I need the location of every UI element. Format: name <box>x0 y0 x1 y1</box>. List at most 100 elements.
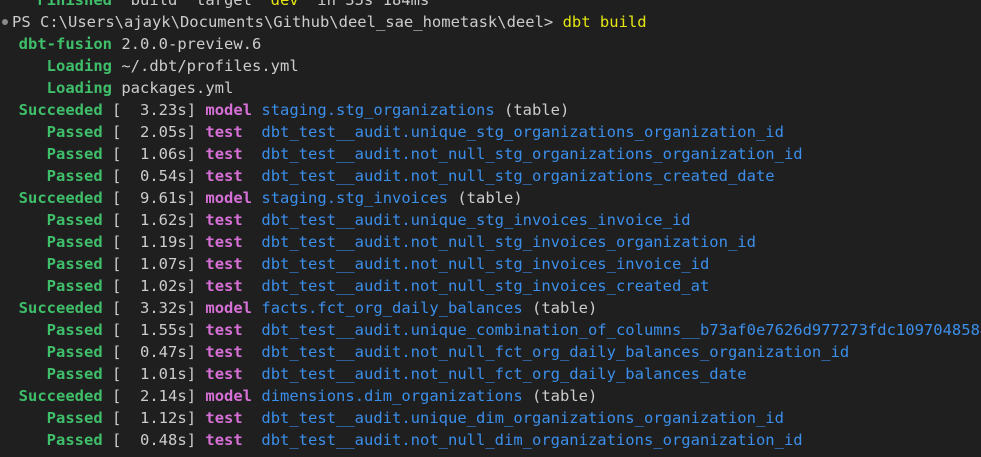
result-duration: 1.01s <box>140 365 187 383</box>
result-status: Succeeded <box>18 189 103 207</box>
result-duration: 2.14s <box>140 387 187 405</box>
result-materialization: (table) <box>494 101 570 119</box>
loading-line: Loading packages.yml <box>0 77 981 99</box>
result-duration: 0.54s <box>140 167 187 185</box>
loading-line: Loading ~/.dbt/profiles.yml <box>0 55 981 77</box>
result-status: Succeeded <box>18 101 103 119</box>
result-duration: 1.19s <box>140 233 187 251</box>
result-kind: model <box>205 387 253 405</box>
loading-value: packages.yml <box>121 79 234 97</box>
finished-line: Finished 'build' target 'dev' in 35s 184… <box>0 0 981 11</box>
header-version: 2.0.0-preview.6 <box>121 35 262 53</box>
result-status: Passed <box>46 321 103 339</box>
result-duration: 2.05s <box>140 123 187 141</box>
result-node-name: dbt_test__audit.not_null_fct_org_daily_b… <box>261 365 747 383</box>
result-schema: facts. <box>261 299 318 317</box>
header-name: dbt-fusion <box>18 35 112 53</box>
result-status: Passed <box>46 409 103 427</box>
result-status: Passed <box>46 211 103 229</box>
result-node-name: stg_organizations <box>336 101 495 119</box>
result-duration: 1.55s <box>140 321 187 339</box>
test-result-line: Passed [ 1.01s] test dbt_test__audit.not… <box>46 365 747 383</box>
result-kind: test <box>205 123 243 141</box>
result-node-name: dbt_test__audit.not_null_dim_organizatio… <box>261 431 803 449</box>
result-node-name: dbt_test__audit.not_null_stg_organizatio… <box>261 167 775 185</box>
model-result-line: Succeeded [ 3.32s] model facts.fct_org_d… <box>18 299 598 317</box>
result-kind: model <box>205 189 253 207</box>
result-node-name: dbt_test__audit.not_null_stg_invoices_in… <box>261 255 710 273</box>
result-duration: 9.61s <box>140 189 187 207</box>
result-duration: 1.06s <box>140 145 187 163</box>
result-duration: 1.12s <box>140 409 187 427</box>
model-result-line: Succeeded [ 3.23s] model staging.stg_org… <box>18 101 570 119</box>
result-status: Passed <box>46 233 103 251</box>
result-kind: test <box>205 277 243 295</box>
result-duration: 0.47s <box>140 343 187 361</box>
result-duration: 1.02s <box>140 277 187 295</box>
result-duration: 1.07s <box>140 255 187 273</box>
result-status: Passed <box>46 145 103 163</box>
prompt-command: dbt build <box>562 13 647 31</box>
result-status: Passed <box>46 167 103 185</box>
test-result-line: Passed [ 1.06s] test dbt_test__audit.not… <box>46 145 803 163</box>
result-status: Passed <box>46 123 103 141</box>
result-duration: 3.23s <box>140 101 187 119</box>
result-node-name: dbt_test__audit.not_null_stg_invoices_or… <box>261 233 756 251</box>
model-result-line: Succeeded [ 2.14s] model dimensions.dim_… <box>18 387 598 405</box>
result-kind: test <box>205 145 243 163</box>
loading-value: ~/.dbt/profiles.yml <box>121 57 299 75</box>
result-node-name: dbt_test__audit.not_null_stg_invoices_cr… <box>261 277 710 295</box>
test-result-line: Passed [ 1.19s] test dbt_test__audit.not… <box>46 233 756 251</box>
finished-target: dev <box>270 0 299 9</box>
result-node-name: dbt_test__audit.unique_combination_of_co… <box>261 321 981 339</box>
result-node-name: fct_org_daily_balances <box>317 299 523 317</box>
model-result-line: Succeeded [ 9.61s] model staging.stg_inv… <box>18 189 523 207</box>
result-kind: test <box>205 167 243 185</box>
test-result-line: Passed [ 1.07s] test dbt_test__audit.not… <box>46 255 710 273</box>
result-materialization: (table) <box>448 189 523 207</box>
test-result-line: Passed [ 1.02s] test dbt_test__audit.not… <box>46 277 710 295</box>
result-kind: test <box>205 431 243 449</box>
result-materialization: (table) <box>522 387 598 405</box>
result-status: Passed <box>46 365 103 383</box>
result-kind: test <box>205 233 243 251</box>
result-node-name: dbt_test__audit.unique_stg_organizations… <box>261 123 784 141</box>
test-result-line: Passed [ 1.62s] test dbt_test__audit.uni… <box>46 211 691 229</box>
test-result-line: Passed [ 0.54s] test dbt_test__audit.not… <box>46 167 775 185</box>
test-result-line: Passed [ 1.55s] test dbt_test__audit.uni… <box>0 319 981 341</box>
result-node-name: dbt_test__audit.unique_stg_invoices_invo… <box>261 211 691 229</box>
result-kind: model <box>205 101 253 119</box>
result-status: Passed <box>46 277 103 295</box>
result-kind: model <box>205 299 253 317</box>
result-status: Succeeded <box>18 387 103 405</box>
result-kind: test <box>205 321 243 339</box>
terminal-output[interactable]: Finished 'build' target 'dev' in 35s 184… <box>0 0 981 451</box>
result-node-name: dbt_test__audit.unique_dim_organizations… <box>261 409 784 427</box>
prompt-marker-icon <box>2 18 8 25</box>
loading-label: Loading <box>46 57 112 75</box>
test-result-line: Passed [ 1.12s] test dbt_test__audit.uni… <box>46 409 784 427</box>
finished-status: Finished <box>37 0 112 9</box>
result-duration: 1.62s <box>140 211 187 229</box>
result-kind: test <box>205 365 243 383</box>
header-line: dbt-fusion 2.0.0-preview.6 <box>0 33 981 55</box>
prompt-path: PS C:\Users\ajayk\Documents\Github\deel_… <box>12 13 554 31</box>
result-schema: dimensions. <box>261 387 365 405</box>
result-kind: test <box>205 211 243 229</box>
result-node-name: stg_invoices <box>336 189 449 207</box>
result-schema: staging. <box>261 101 337 119</box>
test-result-line: Passed [ 2.05s] test dbt_test__audit.uni… <box>46 123 784 141</box>
result-kind: test <box>205 409 243 427</box>
prompt-line: PS C:\Users\ajayk\Documents\Github\deel_… <box>0 11 981 33</box>
result-kind: test <box>205 343 243 361</box>
result-duration: 3.32s <box>140 299 187 317</box>
result-materialization: (table) <box>522 299 598 317</box>
result-node-name: dbt_test__audit.not_null_fct_org_daily_b… <box>261 343 850 361</box>
result-schema: staging. <box>261 189 337 207</box>
result-duration: 0.48s <box>140 431 187 449</box>
result-status: Passed <box>46 431 103 449</box>
result-kind: test <box>205 255 243 273</box>
result-status: Passed <box>46 343 103 361</box>
test-result-line: Passed [ 0.48s] test dbt_test__audit.not… <box>46 431 803 449</box>
loading-label: Loading <box>46 79 112 97</box>
